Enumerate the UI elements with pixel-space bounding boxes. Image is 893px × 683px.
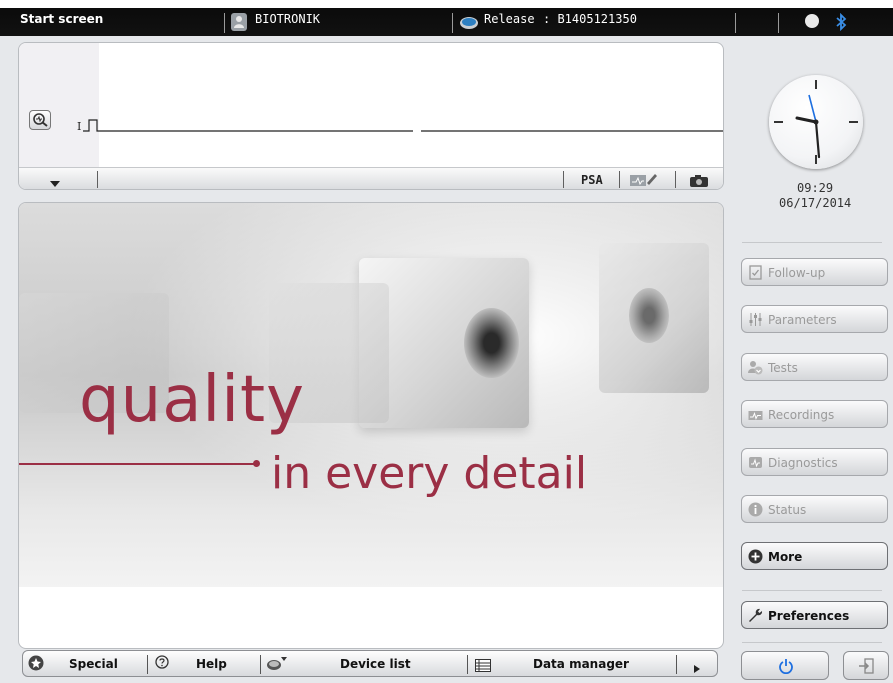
analog-clock	[769, 75, 863, 169]
chevron-right-icon[interactable]	[693, 659, 701, 678]
zoom-button[interactable]	[29, 110, 51, 130]
follow-up-icon	[748, 265, 763, 280]
tests-icon	[748, 360, 763, 375]
follow-up-label: Follow-up	[768, 266, 826, 280]
chevron-down-icon[interactable]	[49, 174, 61, 189]
exit-icon	[858, 658, 874, 674]
diagnostics-label: Diagnostics	[768, 456, 838, 470]
parameters-icon	[748, 312, 763, 327]
logout-button[interactable]	[843, 651, 889, 680]
parameters-button[interactable]: Parameters	[741, 305, 888, 333]
nut-cube-image	[599, 243, 709, 393]
tests-label: Tests	[768, 361, 798, 375]
release-label: Release	[484, 12, 535, 26]
release-value: : B1405121350	[543, 12, 637, 26]
top-bar-divider	[452, 13, 453, 33]
camera-icon[interactable]	[689, 173, 709, 187]
preferences-button[interactable]: Preferences	[741, 601, 888, 629]
status-icon	[748, 502, 763, 517]
ecg-settings-icon[interactable]	[629, 171, 659, 188]
status-label: Status	[768, 503, 807, 517]
help-button[interactable]: Help	[148, 651, 260, 676]
more-label: More	[768, 550, 803, 564]
data-manager-icon	[475, 657, 491, 672]
zoom-icon	[33, 113, 48, 127]
top-bar-divider	[778, 13, 779, 33]
top-bar-divider	[735, 13, 736, 33]
clock-date: 06/17/2014	[779, 196, 852, 210]
ecg-panel: I PSA	[18, 42, 724, 190]
banner-dot	[253, 460, 260, 467]
status-button[interactable]: Status	[741, 495, 888, 523]
ecg-channel-label: I	[77, 120, 82, 133]
special-button[interactable]: Special	[23, 651, 147, 676]
device-list-icon	[266, 655, 288, 671]
diagnostics-icon	[748, 455, 763, 470]
user-name: BIOTRONIK	[255, 12, 321, 26]
diagnostics-button[interactable]: Diagnostics	[741, 448, 888, 476]
special-label: Special	[69, 657, 118, 671]
more-button[interactable]: More	[741, 542, 888, 570]
software-disk-icon	[459, 15, 479, 29]
wrench-icon	[748, 608, 763, 623]
clock-time: 09:29	[797, 181, 834, 195]
top-bar-divider	[224, 13, 225, 33]
parameters-label: Parameters	[768, 313, 837, 327]
help-icon	[154, 655, 170, 671]
data-manager-label: Data manager	[533, 657, 629, 671]
tests-button[interactable]: Tests	[741, 353, 888, 381]
recordings-label: Recordings	[768, 408, 835, 422]
preferences-label: Preferences	[768, 609, 850, 623]
bottom-toolbar: Special Help Device list Data manager	[22, 650, 718, 677]
follow-up-button[interactable]: Follow-up	[741, 258, 888, 286]
recordings-icon	[748, 407, 763, 422]
recordings-button[interactable]: Recordings	[741, 400, 888, 428]
plus-circle-icon	[748, 549, 763, 564]
ecg-trace	[83, 119, 723, 132]
brand-banner: quality in every detail	[18, 202, 724, 649]
psa-button[interactable]: PSA	[581, 173, 603, 187]
user-icon	[231, 13, 247, 31]
device-list-label: Device list	[340, 657, 411, 671]
banner-tagline: in every detail	[271, 448, 588, 499]
status-indicator-icon	[805, 14, 819, 28]
banner-line	[19, 463, 255, 465]
ecg-toolbar: PSA	[19, 167, 723, 189]
power-button[interactable]	[741, 651, 829, 680]
screen-title: Start screen	[20, 12, 104, 26]
help-label: Help	[196, 657, 227, 671]
power-icon	[778, 658, 794, 675]
top-status-bar: Start screen BIOTRONIK Release : B140512…	[0, 0, 893, 36]
device-list-button[interactable]: Device list	[261, 651, 467, 676]
banner-headline: quality	[79, 363, 305, 437]
data-manager-button[interactable]: Data manager	[468, 651, 676, 676]
special-icon	[28, 655, 44, 671]
bluetooth-icon	[835, 12, 847, 32]
banner-photo: quality in every detail	[19, 203, 723, 587]
